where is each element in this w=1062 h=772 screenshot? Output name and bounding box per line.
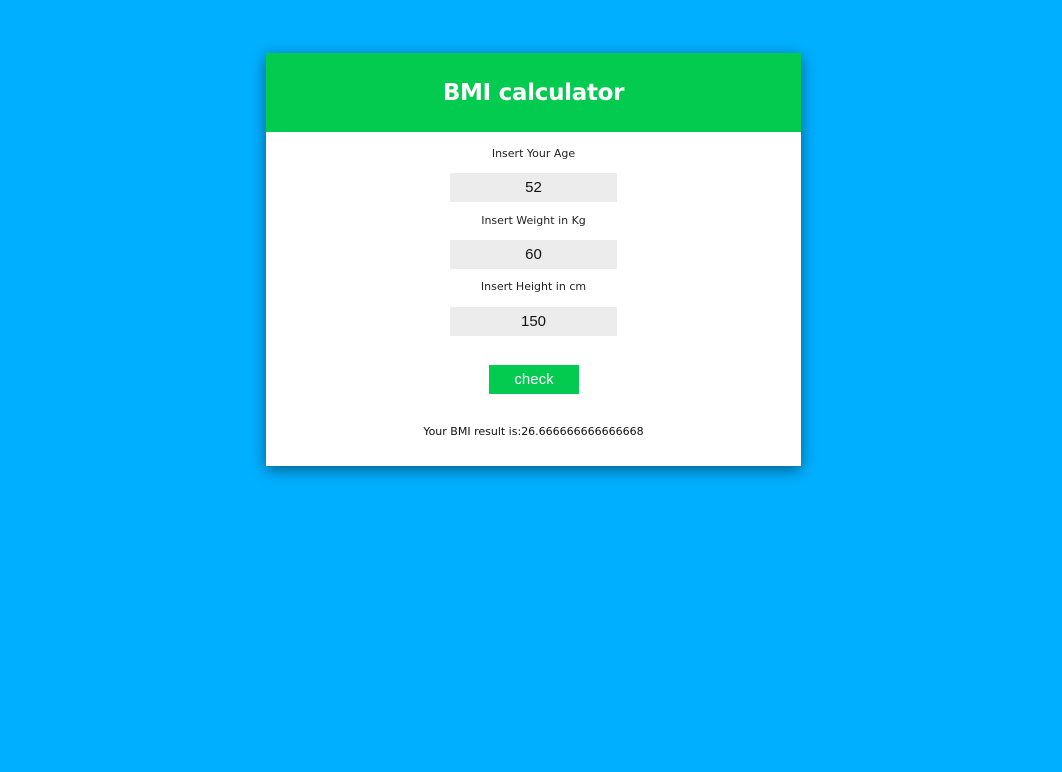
bmi-calculator-card: BMI calculator Insert Your Age Insert We… — [266, 53, 801, 466]
age-label: Insert Your Age — [491, 147, 576, 160]
age-input[interactable] — [450, 173, 617, 202]
bmi-result-value: 26.666666666666668 — [521, 425, 644, 438]
height-input[interactable] — [450, 307, 617, 336]
weight-label: Insert Weight in Kg — [481, 214, 586, 227]
height-label: Insert Height in cm — [480, 280, 587, 293]
card-header: BMI calculator — [266, 53, 801, 132]
check-button[interactable]: check — [489, 365, 579, 394]
page-title: BMI calculator — [442, 79, 625, 106]
bmi-result-prefix: Your BMI result is: — [423, 425, 522, 438]
bmi-result: Your BMI result is:26.666666666666668 — [266, 425, 801, 438]
weight-input[interactable] — [450, 240, 617, 269]
bmi-form: Insert Your Age Insert Weight in Kg Inse… — [266, 132, 801, 466]
